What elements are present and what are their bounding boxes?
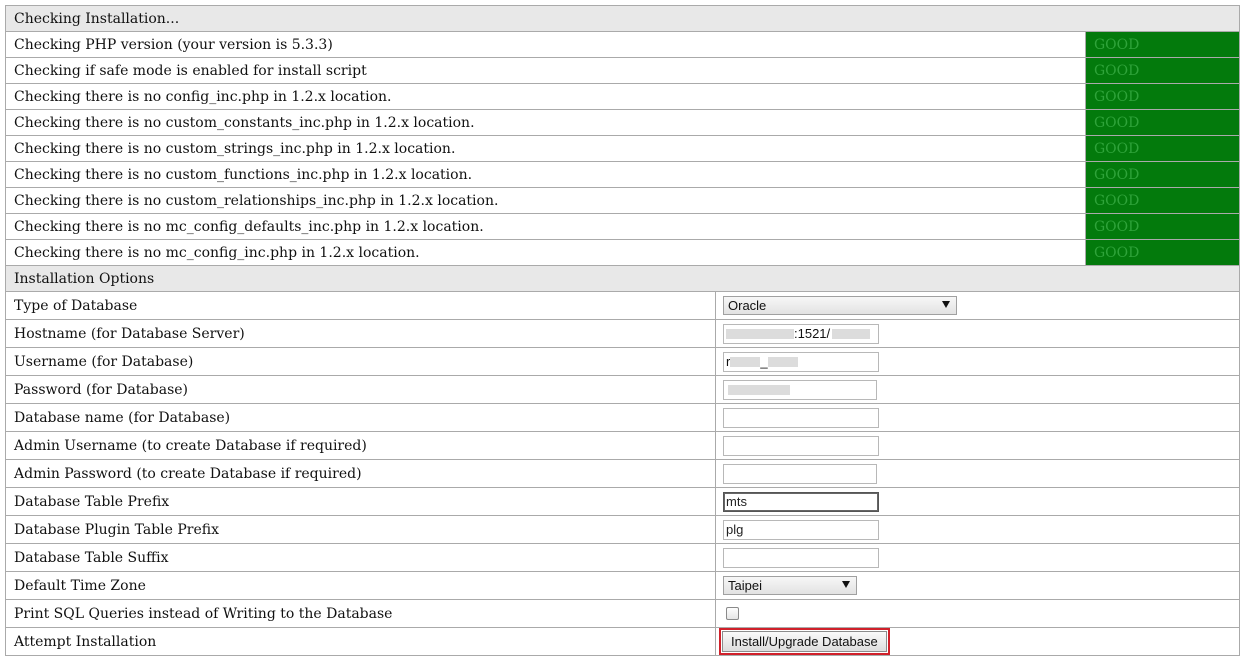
plugin-prefix-label: Database Plugin Table Prefix — [5, 515, 716, 544]
password-field[interactable] — [723, 379, 877, 400]
check-row: Checking there is no custom_relationship… — [5, 187, 1240, 214]
check-row: Checking there is no mc_config_inc.php i… — [5, 239, 1240, 266]
password-label: Password (for Database) — [5, 375, 716, 404]
redacted-block — [730, 357, 761, 368]
admin-username-input[interactable] — [723, 435, 879, 456]
db-type-select[interactable]: Oracle — [723, 296, 957, 315]
db-type-label: Type of Database — [5, 291, 716, 320]
admin-password-input[interactable] — [723, 463, 877, 484]
installer-page: Checking Installation... Checking PHP ve… — [5, 5, 1240, 656]
option-row-table-prefix: Database Table Prefix — [5, 487, 1240, 516]
chevron-down-icon — [842, 581, 850, 588]
username-visible-text: _ — [760, 353, 768, 369]
table-suffix-label: Database Table Suffix — [5, 543, 716, 572]
print-sql-label: Print SQL Queries instead of Writing to … — [5, 599, 716, 628]
hostname-visible-text: :1521/ — [794, 325, 831, 341]
checks-table: Checking Installation... Checking PHP ve… — [5, 5, 1240, 266]
check-label: Checking there is no mc_config_defaults_… — [5, 213, 1086, 240]
redacted-block — [767, 357, 798, 368]
option-row-attempt: Attempt Installation Install/Upgrade Dat… — [5, 627, 1240, 656]
status-badge: GOOD — [1085, 83, 1240, 110]
check-label: Checking there is no mc_config_inc.php i… — [5, 239, 1086, 266]
option-row-print-sql: Print SQL Queries instead of Writing to … — [5, 599, 1240, 628]
option-row-admin-username: Admin Username (to create Database if re… — [5, 431, 1240, 460]
check-label: Checking there is no custom_constants_in… — [5, 109, 1086, 136]
redacted-block — [726, 329, 794, 340]
redacted-block — [832, 329, 871, 340]
check-row: Checking if safe mode is enabled for ins… — [5, 57, 1240, 84]
options-header: Installation Options — [5, 265, 1240, 292]
status-badge: GOOD — [1085, 161, 1240, 188]
status-badge: GOOD — [1085, 109, 1240, 136]
db-type-value: Oracle — [728, 298, 767, 313]
check-row: Checking there is no config_inc.php in 1… — [5, 83, 1240, 110]
check-label: Checking PHP version (your version is 5.… — [5, 31, 1086, 58]
option-row-password: Password (for Database) — [5, 375, 1240, 404]
check-label: Checking there is no custom_strings_inc.… — [5, 135, 1086, 162]
timezone-value: Taipei — [728, 578, 762, 593]
hostname-field[interactable]: :1521/ — [723, 323, 879, 344]
option-row-db-name: Database name (for Database) — [5, 403, 1240, 432]
redacted-block — [728, 384, 790, 395]
option-row-plugin-prefix: Database Plugin Table Prefix — [5, 515, 1240, 544]
option-row-table-suffix: Database Table Suffix — [5, 543, 1240, 572]
db-name-input[interactable] — [723, 407, 879, 428]
option-row-admin-password: Admin Password (to create Database if re… — [5, 459, 1240, 488]
check-label: Checking there is no config_inc.php in 1… — [5, 83, 1086, 110]
print-sql-checkbox[interactable] — [726, 607, 739, 620]
status-badge: GOOD — [1085, 31, 1240, 58]
option-row-timezone: Default Time Zone Taipei — [5, 571, 1240, 600]
options-table: Installation Options Type of Database Or… — [5, 265, 1240, 656]
option-row-username: Username (for Database) r _ — [5, 347, 1240, 376]
status-badge: GOOD — [1085, 213, 1240, 240]
check-label: Checking if safe mode is enabled for ins… — [5, 57, 1086, 84]
install-upgrade-button[interactable]: Install/Upgrade Database — [722, 631, 887, 652]
option-row-hostname: Hostname (for Database Server) :1521/ — [5, 319, 1240, 348]
admin-password-label: Admin Password (to create Database if re… — [5, 459, 716, 488]
status-badge: GOOD — [1085, 57, 1240, 84]
username-field[interactable]: r _ — [723, 351, 879, 372]
install-button-highlight: Install/Upgrade Database — [719, 628, 890, 655]
table-prefix-input[interactable] — [723, 491, 879, 512]
table-prefix-label: Database Table Prefix — [5, 487, 716, 516]
check-label: Checking there is no custom_relationship… — [5, 187, 1086, 214]
admin-username-label: Admin Username (to create Database if re… — [5, 431, 716, 460]
option-row-db-type: Type of Database Oracle — [5, 291, 1240, 320]
check-label: Checking there is no custom_functions_in… — [5, 161, 1086, 188]
plugin-prefix-input[interactable] — [723, 519, 879, 540]
check-row: Checking there is no mc_config_defaults_… — [5, 213, 1240, 240]
timezone-label: Default Time Zone — [5, 571, 716, 600]
checks-header: Checking Installation... — [5, 5, 1240, 32]
status-badge: GOOD — [1085, 187, 1240, 214]
check-row: Checking there is no custom_constants_in… — [5, 109, 1240, 136]
timezone-select[interactable]: Taipei — [723, 576, 857, 595]
table-suffix-input[interactable] — [723, 547, 879, 568]
check-row: Checking PHP version (your version is 5.… — [5, 31, 1240, 58]
check-row: Checking there is no custom_functions_in… — [5, 161, 1240, 188]
status-badge: GOOD — [1085, 135, 1240, 162]
status-badge: GOOD — [1085, 239, 1240, 266]
username-label: Username (for Database) — [5, 347, 716, 376]
hostname-label: Hostname (for Database Server) — [5, 319, 716, 348]
attempt-label: Attempt Installation — [5, 627, 716, 656]
check-row: Checking there is no custom_strings_inc.… — [5, 135, 1240, 162]
db-name-label: Database name (for Database) — [5, 403, 716, 432]
chevron-down-icon — [942, 301, 950, 308]
